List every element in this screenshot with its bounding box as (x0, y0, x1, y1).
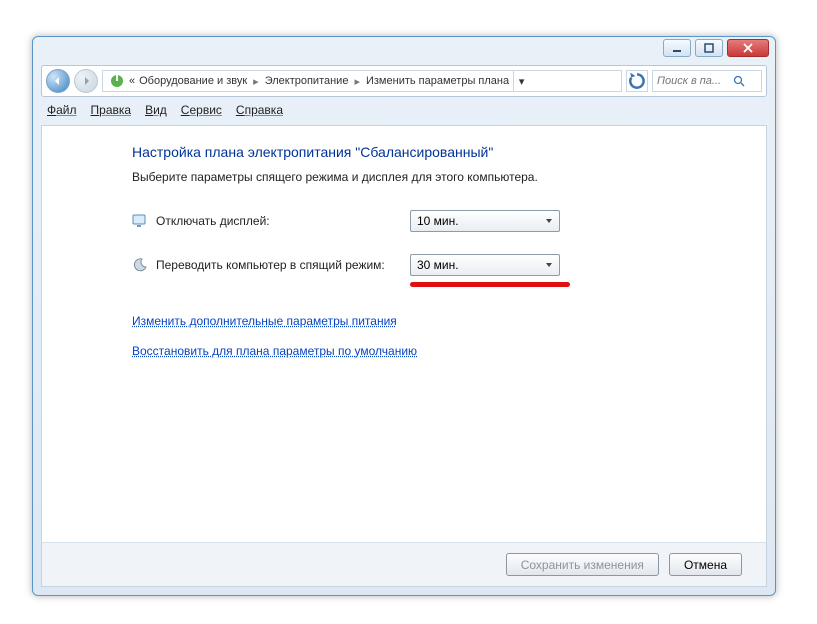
sleep-select[interactable]: 30 мин. (410, 254, 560, 276)
close-icon (743, 43, 753, 53)
cancel-button[interactable]: Отмена (669, 553, 742, 576)
power-options-icon (109, 73, 125, 89)
address-dropdown[interactable]: ▾ (513, 71, 529, 91)
minimize-icon (672, 43, 682, 53)
back-button[interactable] (46, 69, 70, 93)
refresh-button[interactable] (626, 70, 648, 92)
annotation-underline (410, 282, 570, 288)
navigation-bar: « Оборудование и звук ▸ Электропитание ▸… (41, 65, 767, 97)
chevron-down-icon (545, 261, 553, 269)
maximize-icon (704, 43, 714, 53)
menu-edit[interactable]: Правка (91, 103, 132, 117)
search-icon (733, 75, 745, 87)
chevron-down-icon (545, 217, 553, 225)
save-button[interactable]: Сохранить изменения (506, 553, 659, 576)
forward-button[interactable] (74, 69, 98, 93)
forward-arrow-icon (81, 76, 91, 86)
moon-icon (132, 257, 148, 273)
footer: Сохранить изменения Отмена (42, 542, 766, 586)
titlebar (33, 37, 775, 63)
search-box[interactable] (652, 70, 762, 92)
breadcrumb-prefix: « (129, 75, 135, 87)
monitor-icon (132, 213, 148, 229)
page-subtitle: Выберите параметры спящего режима и дисп… (132, 170, 748, 184)
turn-off-display-value: 10 мин. (417, 214, 459, 228)
back-arrow-icon (53, 76, 63, 86)
breadcrumb-item[interactable]: Электропитание (265, 75, 349, 87)
restore-defaults-link[interactable]: Восстановить для плана параметры по умол… (132, 344, 417, 358)
sleep-row: Переводить компьютер в спящий режим: 30 … (132, 254, 748, 276)
window: « Оборудование и звук ▸ Электропитание ▸… (32, 36, 776, 596)
minimize-button[interactable] (663, 39, 691, 57)
breadcrumb-separator: ▸ (352, 75, 362, 88)
menu-help[interactable]: Справка (236, 103, 283, 117)
close-button[interactable] (727, 39, 769, 57)
maximize-button[interactable] (695, 39, 723, 57)
advanced-settings-link[interactable]: Изменить дополнительные параметры питани… (132, 314, 397, 328)
menu-tools[interactable]: Сервис (181, 103, 222, 117)
menu-view[interactable]: Вид (145, 103, 167, 117)
breadcrumb-separator: ▸ (251, 75, 261, 88)
turn-off-display-label: Отключать дисплей: (132, 213, 410, 229)
turn-off-display-select[interactable]: 10 мин. (410, 210, 560, 232)
content-pane: Настройка плана электропитания "Сбаланси… (41, 125, 767, 587)
search-input[interactable] (657, 75, 733, 87)
sleep-label: Переводить компьютер в спящий режим: (132, 257, 410, 273)
breadcrumb-item[interactable]: Оборудование и звук (139, 75, 247, 87)
sleep-value: 30 мин. (417, 258, 459, 272)
content-inner: Настройка плана электропитания "Сбаланси… (42, 126, 766, 372)
page-title: Настройка плана электропитания "Сбаланси… (132, 144, 748, 160)
turn-off-display-row: Отключать дисплей: 10 мин. (132, 210, 748, 232)
address-bar[interactable]: « Оборудование и звук ▸ Электропитание ▸… (102, 70, 622, 92)
window-controls (663, 39, 769, 57)
refresh-icon (627, 71, 647, 91)
menu-bar: Файл Правка Вид Сервис Справка (41, 99, 767, 121)
breadcrumb-item[interactable]: Изменить параметры плана (366, 75, 509, 87)
menu-file[interactable]: Файл (47, 103, 77, 117)
